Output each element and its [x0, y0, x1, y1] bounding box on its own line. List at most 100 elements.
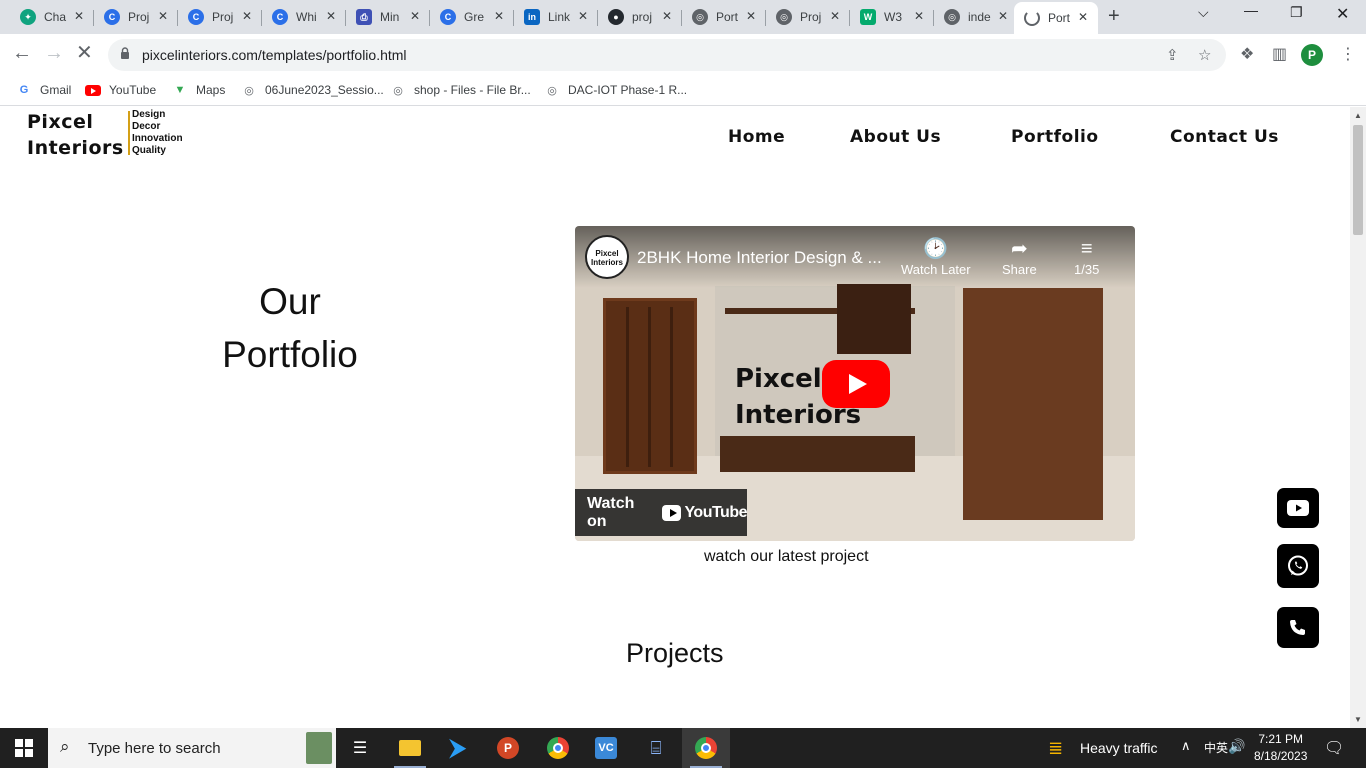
show-hidden-icons-chevron[interactable]: ∧	[1181, 738, 1191, 754]
search-icon: ⌕	[60, 737, 70, 756]
vscode-button[interactable]: ⮞	[434, 728, 482, 768]
lock-icon[interactable]	[120, 47, 130, 59]
traffic-light-icon[interactable]: ≣	[1048, 738, 1063, 759]
tab-title: Whi	[296, 10, 317, 24]
playlist-icon: ≡	[1080, 238, 1093, 260]
scrollbar-thumb[interactable]	[1353, 125, 1363, 235]
url-text[interactable]: pixcelinteriors.com/templates/portfolio.…	[142, 47, 407, 63]
vmware-button[interactable]: VC	[582, 728, 630, 768]
browser-tab[interactable]: ◎ Proj ✕	[766, 4, 850, 30]
browser-tab[interactable]: ⎙ Min ✕	[346, 4, 430, 30]
network-app-button[interactable]: ⌸	[632, 728, 680, 768]
bookmark-dac-iot[interactable]: ◎ DAC-IOT Phase-1 R...	[544, 82, 687, 98]
canva-icon: C	[188, 9, 204, 25]
address-bar[interactable]: pixcelinteriors.com/templates/portfolio.…	[108, 39, 1226, 71]
notifications-icon[interactable]: 🗨	[1324, 738, 1344, 758]
playlist-button[interactable]: ≡ 1/35	[1074, 236, 1099, 277]
whatsapp-float-button[interactable]	[1277, 544, 1319, 588]
restore-button[interactable]: ❐	[1290, 4, 1303, 21]
close-tab-icon[interactable]: ✕	[242, 9, 252, 23]
start-button[interactable]	[0, 728, 48, 768]
bookmark-youtube[interactable]: YouTube	[85, 82, 156, 98]
nav-home[interactable]: Home	[728, 127, 785, 147]
youtube-float-button[interactable]	[1277, 488, 1319, 528]
file-explorer-button[interactable]	[386, 728, 434, 768]
forward-button[interactable]: →	[44, 43, 64, 63]
volume-icon[interactable]: 🔊	[1228, 738, 1245, 755]
bookmark-star-icon[interactable]: ☆	[1198, 46, 1211, 64]
share-icon[interactable]: ⇪	[1166, 46, 1179, 64]
browser-tab-active[interactable]: Port ✕	[1014, 2, 1098, 34]
menu-dots-icon[interactable]: ⋮	[1340, 44, 1356, 64]
browser-tab[interactable]: W W3 ✕	[850, 4, 934, 30]
chrome-button[interactable]	[534, 728, 582, 768]
browser-tab[interactable]: C Gre ✕	[430, 4, 514, 30]
browser-tab[interactable]: ● proj ✕	[598, 4, 682, 30]
close-tab-icon[interactable]: ✕	[326, 9, 336, 23]
video-caption: watch our latest project	[704, 548, 869, 565]
nav-contact-us[interactable]: Contact Us	[1170, 127, 1279, 147]
browser-tab[interactable]: C Whi ✕	[262, 4, 346, 30]
weather-news-text[interactable]: Heavy traffic	[1080, 740, 1158, 756]
scroll-up-arrow[interactable]: ▲	[1354, 111, 1362, 120]
close-tab-icon[interactable]: ✕	[998, 9, 1008, 23]
page-scrollbar[interactable]: ▲ ▼	[1350, 107, 1366, 728]
ime-indicator[interactable]: 中英	[1204, 739, 1228, 756]
logo-text: Pixcel Interiors	[27, 109, 124, 161]
nav-about-us[interactable]: About Us	[850, 127, 941, 147]
watch-on-youtube-button[interactable]: Watch on YouTube	[575, 489, 747, 536]
browser-tab[interactable]: C Proj ✕	[178, 4, 262, 30]
bookmark-gmail[interactable]: G Gmail	[16, 82, 72, 98]
close-tab-icon[interactable]: ✕	[1078, 10, 1088, 24]
channel-avatar[interactable]: Pixcel Interiors	[585, 235, 629, 279]
close-tab-icon[interactable]: ✕	[578, 9, 588, 23]
minimize-button[interactable]: —	[1244, 2, 1258, 18]
share-button[interactable]: ➦ Share	[1002, 236, 1037, 277]
tab-search-icon[interactable]: ⌵	[1198, 4, 1209, 21]
close-tab-icon[interactable]: ✕	[410, 9, 420, 23]
close-tab-icon[interactable]: ✕	[746, 9, 756, 23]
stop-loading-button[interactable]: ✕	[76, 43, 93, 63]
browser-tab[interactable]: C Proj ✕	[94, 4, 178, 30]
taskbar-search-box[interactable]: ⌕ Type here to search	[48, 728, 336, 768]
bookmark-shop-files[interactable]: ◎ shop - Files - File Br...	[390, 82, 531, 98]
maps-icon: ▼	[174, 84, 186, 96]
watch-later-button[interactable]: 🕑 Watch Later	[901, 236, 971, 277]
scroll-down-arrow[interactable]: ▼	[1354, 715, 1362, 724]
browser-tab[interactable]: ◎ Port ✕	[682, 4, 766, 30]
powerpoint-button[interactable]: P	[484, 728, 532, 768]
browser-tab[interactable]: ◎ inde ✕	[934, 4, 1018, 30]
play-button[interactable]	[822, 360, 890, 408]
close-tab-icon[interactable]: ✕	[74, 9, 84, 23]
close-tab-icon[interactable]: ✕	[158, 9, 168, 23]
side-panel-icon[interactable]: ▥	[1272, 44, 1287, 64]
logo-tagline: Design Decor Innovation Quality	[132, 109, 183, 157]
page-title: Our Portfolio	[190, 275, 390, 381]
new-tab-button[interactable]: +	[1108, 5, 1120, 28]
powerpoint-icon: P	[497, 737, 519, 759]
close-tab-icon[interactable]: ✕	[662, 9, 672, 23]
browser-tab[interactable]: in Link ✕	[514, 4, 598, 30]
clock-time: 7:21 PM	[1258, 732, 1304, 746]
bookmark-session[interactable]: ◎ 06June2023_Sessio...	[241, 82, 384, 98]
clock[interactable]: 7:21 PM 8/18/2023	[1254, 731, 1307, 765]
youtube-icon	[85, 82, 101, 98]
profile-avatar[interactable]: P	[1301, 44, 1323, 66]
search-highlight-image	[306, 732, 332, 764]
tab-title: Cha	[44, 10, 67, 24]
phone-float-button[interactable]	[1277, 607, 1319, 648]
youtube-video-embed[interactable]: Pixcel Interiors Pixcel Interiors 2BHK H…	[575, 226, 1135, 541]
extensions-icon[interactable]: ❖	[1240, 44, 1254, 64]
bookmark-maps[interactable]: ▼ Maps	[172, 82, 226, 98]
close-window-button[interactable]: ✕	[1336, 4, 1349, 24]
close-tab-icon[interactable]: ✕	[914, 9, 924, 23]
task-view-button[interactable]: ☰	[336, 728, 384, 768]
close-tab-icon[interactable]: ✕	[830, 9, 840, 23]
close-tab-icon[interactable]: ✕	[494, 9, 504, 23]
video-title[interactable]: 2BHK Home Interior Design & ...	[637, 248, 882, 268]
tagline-item: Design	[132, 109, 166, 120]
back-button[interactable]: ←	[12, 43, 32, 63]
browser-tab[interactable]: ✦ Cha ✕	[10, 4, 94, 30]
chrome-active-button[interactable]	[682, 728, 730, 768]
nav-portfolio[interactable]: Portfolio	[1011, 127, 1099, 147]
